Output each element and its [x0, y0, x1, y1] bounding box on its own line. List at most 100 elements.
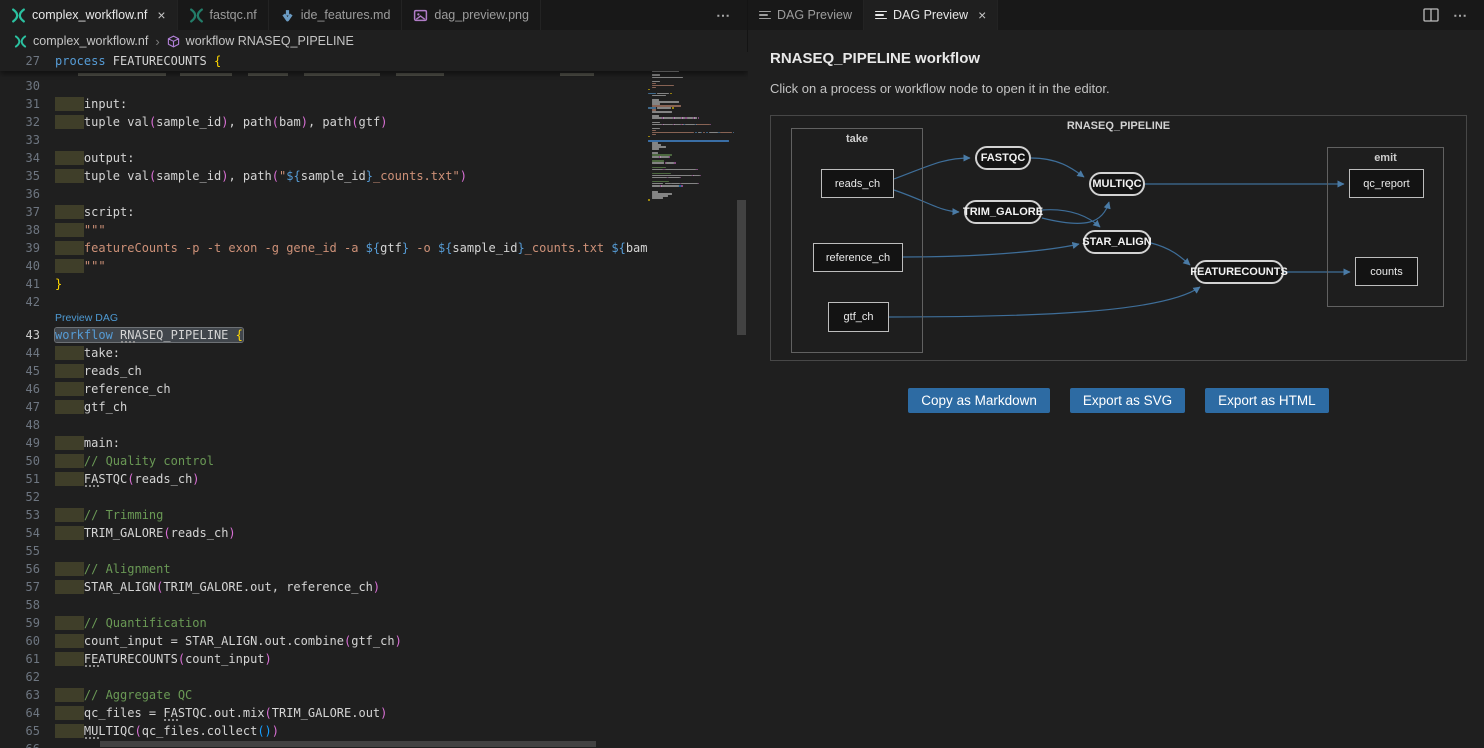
line-number: 38 — [0, 221, 40, 239]
code-lines: 3031 input:32 tuple val(sample_id), path… — [0, 77, 748, 748]
export-buttons: Copy as Markdown Export as SVG Export as… — [770, 388, 1467, 413]
line-number: 31 — [0, 95, 40, 113]
horizontal-scrollbar[interactable] — [100, 741, 596, 747]
code-line: 38 """ — [0, 221, 748, 239]
tab-dag-preview-inactive[interactable]: DAG Preview — [748, 0, 864, 30]
code-line: 52 — [0, 488, 748, 506]
code-line: 40 """ — [0, 257, 748, 275]
panel-subtitle: Click on a process or workflow node to o… — [770, 81, 1462, 96]
code-line: 59 // Quantification — [0, 614, 748, 632]
line-number: 40 — [0, 257, 40, 275]
line-number: 48 — [0, 416, 40, 434]
line-number: 62 — [0, 668, 40, 686]
tab-label: DAG Preview — [777, 8, 852, 22]
split-editor-icon[interactable] — [1423, 8, 1439, 22]
dag-preview-panel: RNASEQ_PIPELINE workflow Click on a proc… — [748, 30, 1484, 748]
tab-label: fastqc.nf — [210, 8, 257, 22]
code-line: 62 — [0, 668, 748, 686]
more-actions-icon[interactable]: ⋯ — [1453, 7, 1468, 24]
tab-complex-workflow[interactable]: complex_workflow.nf × — [0, 0, 178, 30]
code-line: 44 take: — [0, 344, 748, 362]
codelens-preview-dag[interactable]: Preview DAG — [0, 311, 748, 326]
line-number: 49 — [0, 434, 40, 452]
emit-label: emit — [1328, 152, 1443, 164]
line-number: 41 — [0, 275, 40, 293]
left-tab-bar: complex_workflow.nf × fastqc.nf ide_feat… — [0, 0, 747, 30]
export-as-html-button[interactable]: Export as HTML — [1205, 388, 1329, 413]
code-line: 36 — [0, 185, 748, 203]
line-number: 43 — [0, 326, 40, 344]
code-line: 60 count_input = STAR_ALIGN.out.combine(… — [0, 632, 748, 650]
tab-dag-preview-active[interactable]: DAG Preview × — [864, 0, 998, 30]
vscode-window: complex_workflow.nf × fastqc.nf ide_feat… — [0, 0, 1484, 748]
code-line: 65 MULTIQC(qc_files.collect()) — [0, 722, 748, 740]
line-number: 39 — [0, 239, 40, 257]
line-number: 52 — [0, 488, 40, 506]
code-line: 27process FEATURECOUNTS { — [0, 52, 748, 70]
line-number: 57 — [0, 578, 40, 596]
dag-node-qc-report[interactable]: qc_report — [1349, 169, 1424, 198]
webview-icon — [759, 11, 771, 20]
close-icon[interactable]: × — [978, 8, 986, 22]
tab-bar-spacer — [998, 0, 1423, 30]
editor-group-right: DAG Preview DAG Preview × ⋯ RNASEQ_PIPEL… — [748, 0, 1484, 748]
code-line: 34 output: — [0, 149, 748, 167]
dag-node-featurecounts[interactable]: FEATURECOUNTS — [1194, 260, 1284, 284]
line-number: 47 — [0, 398, 40, 416]
line-number: 33 — [0, 131, 40, 149]
tab-fastqc[interactable]: fastqc.nf — [178, 0, 269, 30]
markdown-down-arrow-icon — [280, 8, 295, 23]
more-actions-icon[interactable]: ⋯ — [716, 7, 731, 24]
dag-node-counts[interactable]: counts — [1355, 257, 1418, 286]
vertical-scrollbar[interactable] — [737, 200, 746, 335]
right-tab-bar: DAG Preview DAG Preview × ⋯ — [748, 0, 1484, 30]
dag-node-trim-galore[interactable]: TRIM_GALORE — [964, 200, 1042, 224]
dag-node-reads-ch[interactable]: reads_ch — [821, 169, 894, 198]
dag-node-fastqc[interactable]: FASTQC — [975, 146, 1031, 170]
export-as-svg-button[interactable]: Export as SVG — [1070, 388, 1185, 413]
tab-label: complex_workflow.nf — [32, 8, 147, 22]
nextflow-icon — [11, 8, 26, 23]
copy-as-markdown-button[interactable]: Copy as Markdown — [908, 388, 1050, 413]
line-number: 34 — [0, 149, 40, 167]
editor-group-left: complex_workflow.nf × fastqc.nf ide_feat… — [0, 0, 748, 748]
line-number: 54 — [0, 524, 40, 542]
dag-diagram: RNASEQ_PIPELINE — [770, 115, 1467, 361]
take-label: take — [792, 133, 922, 145]
line-number: 35 — [0, 167, 40, 185]
breadcrumb-file[interactable]: complex_workflow.nf — [33, 34, 148, 48]
code-line: 46 reference_ch — [0, 380, 748, 398]
code-line: 45 reads_ch — [0, 362, 748, 380]
tab-label: ide_features.md — [301, 8, 391, 22]
line-number: 61 — [0, 650, 40, 668]
line-number: 46 — [0, 380, 40, 398]
tab-ide-features[interactable]: ide_features.md — [269, 0, 403, 30]
code-line: 64 qc_files = FASTQC.out.mix(TRIM_GALORE… — [0, 704, 748, 722]
code-line: 57 STAR_ALIGN(TRIM_GALORE.out, reference… — [0, 578, 748, 596]
minimap[interactable] — [648, 54, 734, 744]
code-line: 58 — [0, 596, 748, 614]
symbol-cube-icon — [167, 35, 180, 48]
code-line: 61 FEATURECOUNTS(count_input) — [0, 650, 748, 668]
code-line: 51 FASTQC(reads_ch) — [0, 470, 748, 488]
line-number: 27 — [0, 52, 40, 70]
line-number: 66 — [0, 740, 40, 748]
code-editor[interactable]: 27process FEATURECOUNTS { 3031 input:32 … — [0, 52, 748, 748]
tab-bar-spacer — [541, 0, 716, 30]
dag-node-multiqc[interactable]: MULTIQC — [1089, 172, 1145, 196]
dag-node-gtf-ch[interactable]: gtf_ch — [828, 302, 889, 332]
webview-icon — [875, 11, 887, 20]
nextflow-icon — [14, 35, 27, 48]
image-icon — [413, 8, 428, 23]
line-number: 65 — [0, 722, 40, 740]
sticky-scroll-line[interactable]: 27process FEATURECOUNTS { — [0, 52, 748, 71]
breadcrumb-symbol[interactable]: workflow RNASEQ_PIPELINE — [186, 34, 354, 48]
dag-node-reference-ch[interactable]: reference_ch — [813, 243, 903, 272]
line-number: 50 — [0, 452, 40, 470]
dag-node-star-align[interactable]: STAR_ALIGN — [1083, 230, 1151, 254]
tab-dag-preview-png[interactable]: dag_preview.png — [402, 0, 541, 30]
code-line: 41} — [0, 275, 748, 293]
close-icon[interactable]: × — [157, 8, 165, 22]
code-line: 32 tuple val(sample_id), path(bam), path… — [0, 113, 748, 131]
tab-label: dag_preview.png — [434, 8, 529, 22]
